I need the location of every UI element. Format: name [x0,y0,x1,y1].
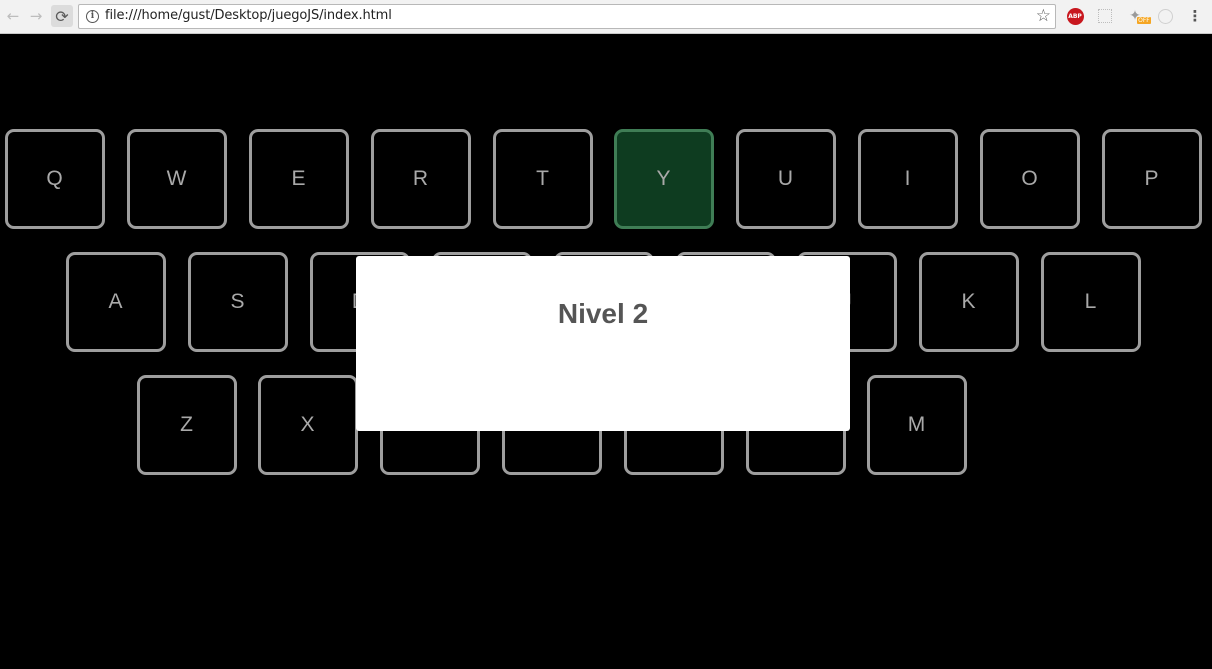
reload-button[interactable]: ⟳ [51,5,73,27]
key-p[interactable]: P [1102,129,1202,229]
extension-circle-button[interactable] [1155,6,1175,26]
kebab-menu-icon: ⋮ [1187,7,1203,25]
forward-button[interactable]: → [25,5,47,27]
key-y-active[interactable]: Y [614,129,714,229]
game-page: Q W E R T Y U I O P A S D F G H J K L Z … [0,35,1212,669]
key-q[interactable]: Q [5,129,105,229]
bookmark-star-icon[interactable]: ☆ [1036,6,1051,26]
back-button[interactable]: ← [2,5,24,27]
key-l[interactable]: L [1041,252,1141,352]
extension-square-icon [1098,9,1112,23]
off-badge: OFF [1137,17,1151,24]
level-modal: Nivel 2 [356,256,850,431]
modal-title: Nivel 2 [557,298,649,329]
key-r[interactable]: R [371,129,471,229]
key-w[interactable]: W [127,129,227,229]
key-m[interactable]: M [867,375,967,475]
info-icon[interactable]: i [86,10,99,23]
key-k[interactable]: K [919,252,1019,352]
adblock-icon: ABP [1066,7,1084,25]
key-t[interactable]: T [493,129,593,229]
browser-toolbar: ← → ⟳ i file:///home/gust/Desktop/juegoJ… [0,0,1212,34]
puzzle-icon: ✦ OFF [1129,8,1151,24]
key-a[interactable]: A [66,252,166,352]
circle-icon [1157,8,1173,24]
key-o[interactable]: O [980,129,1080,229]
adblock-extension-button[interactable]: ABP [1065,6,1085,26]
extension-button[interactable] [1095,6,1115,26]
key-x[interactable]: X [258,375,358,475]
key-s[interactable]: S [188,252,288,352]
key-z[interactable]: Z [137,375,237,475]
key-e[interactable]: E [249,129,349,229]
menu-button[interactable]: ⋮ [1185,6,1205,26]
url-text[interactable]: file:///home/gust/Desktop/juegoJS/index.… [105,8,392,23]
extension-off-button[interactable]: ✦ OFF [1125,6,1151,26]
key-i[interactable]: I [858,129,958,229]
address-bar[interactable]: i file:///home/gust/Desktop/juegoJS/inde… [78,4,1056,29]
key-u[interactable]: U [736,129,836,229]
